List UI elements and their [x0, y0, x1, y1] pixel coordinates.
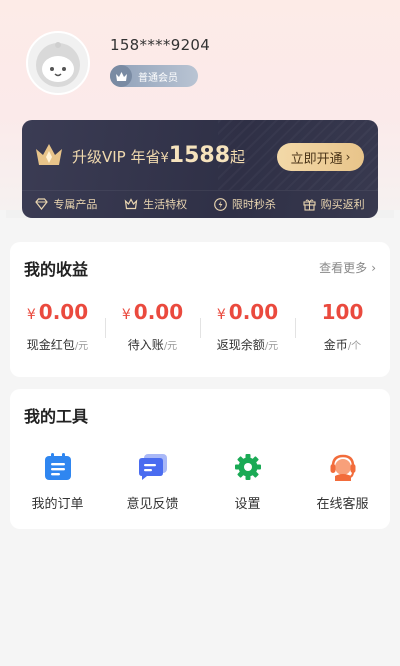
earnings-stats: ¥0.00 现金红包/元 ¥0.00 待入账/元 ¥0.00 返现余额/元 10…	[10, 300, 390, 353]
view-more-label: 查看更多	[319, 261, 368, 275]
stat-label-text: 现金红包	[26, 338, 75, 352]
vip-upgrade-banner[interactable]: 升级VIP 年省¥1588起 立即开通 › 专属产品 生活特权 限时秒杀 购买返…	[22, 120, 378, 218]
gift-icon	[303, 198, 316, 211]
vip-crown-icon	[36, 144, 62, 165]
stat-label: 待入账/元	[128, 336, 177, 353]
diamond-icon	[35, 198, 49, 210]
stat-value: ¥0.00	[122, 300, 183, 328]
tool-label: 在线客服	[316, 497, 369, 512]
astronaut-avatar-icon	[36, 42, 80, 87]
earnings-title: 我的收益	[24, 260, 89, 279]
vip-promo: 升级VIP 年省¥1588起	[34, 142, 245, 168]
stat-label: 返现余额/元	[217, 336, 278, 353]
vip-perks-row: 专属产品 生活特权 限时秒杀 购买返利	[22, 193, 378, 215]
vip-perk-purchase-rebate[interactable]: 购买返利	[303, 196, 365, 212]
currency-symbol: ¥	[216, 307, 226, 323]
vip-perk-exclusive-products[interactable]: 专属产品	[35, 196, 97, 212]
avatar[interactable]	[26, 31, 90, 95]
tool-label: 设置	[234, 497, 261, 512]
stat-unit: /个	[347, 341, 362, 352]
chevron-right-icon: ›	[345, 150, 351, 164]
earnings-stat-cashback-balance[interactable]: ¥0.00 返现余额/元	[200, 300, 295, 353]
member-level-label: 普通会员	[138, 72, 178, 84]
earnings-stat-cash-red-packet[interactable]: ¥0.00 现金红包/元	[10, 300, 105, 353]
crown-icon	[124, 198, 138, 210]
vip-perk-life-privileges[interactable]: 生活特权	[124, 196, 187, 212]
feedback-icon	[137, 451, 169, 483]
vip-currency-symbol: ¥	[160, 150, 169, 166]
chevron-right-icon: ›	[371, 260, 376, 275]
tools-title: 我的工具	[24, 407, 89, 426]
vip-perk-flash-sale[interactable]: 限时秒杀	[214, 196, 276, 212]
vip-divider	[22, 190, 378, 191]
stat-amount: 0.00	[228, 300, 279, 324]
tool-online-customer-service[interactable]: 在线客服	[295, 451, 390, 512]
stat-label-text: 待入账	[127, 338, 164, 352]
my-tools-panel: 我的工具 我的订单 意见反馈 设置 在线客服	[10, 389, 390, 529]
stat-value: ¥0.00	[27, 300, 88, 328]
earnings-stat-pending[interactable]: ¥0.00 待入账/元	[105, 300, 200, 353]
stat-label: 现金红包/元	[27, 336, 88, 353]
stat-label: 金币/个	[324, 336, 361, 353]
stat-unit: /元	[74, 341, 89, 352]
vip-perk-label: 限时秒杀	[231, 198, 276, 211]
stat-value: 100	[322, 300, 364, 328]
open-vip-button-label: 立即开通	[290, 151, 343, 167]
stat-label-text: 金币	[323, 338, 348, 352]
stat-amount: 0.00	[133, 300, 184, 324]
vip-perk-label: 购买返利	[320, 198, 365, 211]
vip-promo-text: 升级VIP 年省¥1588起	[72, 143, 245, 168]
customer-service-icon	[327, 451, 359, 483]
my-earnings-panel: 我的收益 查看更多 › ¥0.00 现金红包/元 ¥0.00 待入账/元 ¥0.…	[10, 242, 390, 377]
tool-label: 我的订单	[31, 497, 84, 512]
stat-unit: /元	[163, 341, 178, 352]
stat-amount: 100	[321, 300, 364, 324]
vip-price-suffix: 起	[230, 147, 246, 166]
user-phone-number: 158****9204	[110, 36, 211, 54]
tools-grid: 我的订单 意见反馈 设置 在线客服	[10, 451, 390, 512]
vip-perk-label: 专属产品	[53, 198, 98, 211]
currency-symbol: ¥	[121, 307, 131, 323]
tool-feedback[interactable]: 意见反馈	[105, 451, 200, 512]
stat-label-text: 返现余额	[216, 338, 265, 352]
tool-settings[interactable]: 设置	[200, 451, 295, 512]
vip-perk-label: 生活特权	[143, 198, 188, 211]
order-list-icon	[42, 451, 74, 483]
open-vip-button[interactable]: 立即开通 ›	[277, 143, 364, 171]
view-more-link[interactable]: 查看更多 ›	[319, 259, 376, 276]
vip-savings-amount: 1588	[168, 142, 231, 168]
stat-amount: 0.00	[38, 300, 89, 324]
earnings-stat-gold-coins[interactable]: 100 金币/个	[295, 300, 390, 353]
gear-icon	[232, 451, 264, 483]
tool-label: 意见反馈	[126, 497, 179, 512]
currency-symbol: ¥	[26, 307, 36, 323]
crown-icon	[110, 65, 132, 87]
stat-value: ¥0.00	[217, 300, 278, 328]
tool-my-orders[interactable]: 我的订单	[10, 451, 105, 512]
stat-unit: /元	[264, 341, 279, 352]
member-level-badge[interactable]: 普通会员	[110, 65, 198, 87]
lightning-icon	[214, 197, 227, 211]
vip-promo-title: 升级VIP 年省	[72, 147, 161, 166]
